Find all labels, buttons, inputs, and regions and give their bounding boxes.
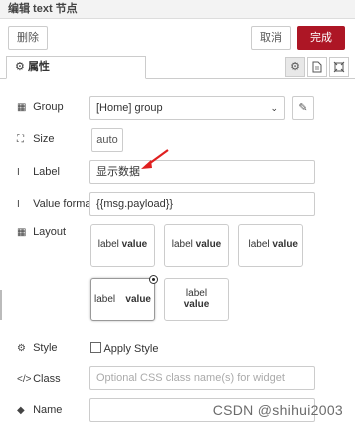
tag-icon: ◆	[17, 405, 25, 416]
settings-icon[interactable]: ⚙	[285, 57, 305, 77]
apply-style-checkbox[interactable]: Apply Style	[90, 342, 158, 355]
tab-properties-label: 属性	[27, 61, 50, 73]
tab-properties[interactable]: ⚙ 属性	[6, 56, 146, 79]
edit-group-button[interactable]: ✎	[292, 96, 314, 120]
selected-radio-icon	[149, 275, 158, 284]
scrollbar-indicator	[0, 290, 2, 320]
description-icon[interactable]	[307, 57, 327, 77]
resize-icon: ⛶	[17, 134, 24, 145]
value-format-label: I Value format	[17, 198, 95, 210]
layout-option-4[interactable]: label value	[90, 275, 158, 321]
text-cursor-icon: I	[17, 167, 20, 178]
value-format-input[interactable]: {{msg.payload}}	[89, 192, 315, 216]
gear-icon: ⚙	[15, 61, 25, 73]
layout-label: ▦ Layout	[17, 226, 67, 238]
class-label: </> Class	[17, 373, 61, 385]
cancel-button[interactable]: 取消	[251, 26, 291, 50]
gear-icon: ⚙	[17, 343, 26, 354]
class-input[interactable]: Optional CSS class name(s) for widget	[89, 366, 315, 390]
window-title: 编辑 text 节点	[0, 0, 355, 19]
size-label: ⛶ Size	[17, 133, 55, 145]
chevron-down-icon: ⌄	[270, 103, 278, 113]
text-cursor-icon: I	[17, 199, 20, 210]
done-button[interactable]: 完成	[297, 26, 345, 50]
size-button[interactable]: auto	[91, 128, 123, 152]
annotation-arrow-icon	[141, 149, 169, 169]
layout-option-5[interactable]: label value	[164, 278, 229, 321]
style-label: ⚙ Style	[17, 342, 58, 354]
group-label: ▦ Group	[17, 101, 64, 113]
delete-button[interactable]: 删除	[8, 26, 48, 50]
group-select[interactable]: [Home] group ⌄	[89, 96, 285, 120]
layout-option-1[interactable]: label value	[90, 224, 155, 267]
appearance-icon[interactable]	[329, 57, 349, 77]
table-icon: ▦	[17, 102, 27, 113]
grid-icon: ▦	[17, 227, 27, 238]
pencil-icon: ✎	[298, 102, 308, 114]
label-input[interactable]: 显示数据	[89, 160, 315, 184]
checkbox-icon	[90, 342, 101, 353]
code-icon: </>	[17, 374, 32, 385]
layout-option-3[interactable]: label value	[238, 224, 303, 267]
name-label: ◆ Name	[17, 404, 63, 416]
label-label: I Label	[17, 166, 60, 178]
layout-option-2[interactable]: label value	[164, 224, 229, 267]
watermark: CSDN @shihui2003	[212, 402, 343, 418]
